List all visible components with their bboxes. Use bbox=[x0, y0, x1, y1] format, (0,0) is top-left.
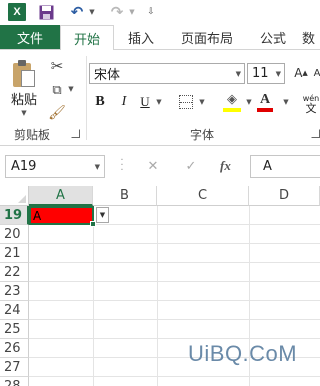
column-header-c[interactable]: C bbox=[157, 186, 249, 206]
excel-icon: X bbox=[8, 3, 26, 21]
formula-bar: A19 ▼ · · · ✕ ✓ fx A bbox=[0, 146, 320, 186]
grid-line bbox=[29, 262, 320, 263]
paste-dropdown-icon[interactable]: ▼ bbox=[21, 109, 26, 117]
column-header-d[interactable]: D bbox=[249, 186, 320, 206]
grid-line bbox=[29, 338, 320, 339]
cancel-icon[interactable]: ✕ bbox=[146, 159, 160, 174]
clipboard-launcher-icon[interactable] bbox=[71, 129, 80, 138]
font-size-select[interactable]: 11 ▼ bbox=[247, 63, 285, 84]
formula-value: A bbox=[263, 159, 272, 174]
font-color-swatch bbox=[257, 107, 273, 112]
redo-icon[interactable]: ↷ bbox=[108, 3, 126, 21]
format-painter-icon[interactable]: 🖌 bbox=[47, 103, 67, 123]
column-header-b[interactable]: B bbox=[93, 186, 157, 206]
row-header-26[interactable]: 26 bbox=[0, 339, 29, 358]
paste-icon bbox=[12, 59, 36, 87]
watermark: UiBQ.CoM bbox=[188, 341, 298, 366]
font-launcher-icon[interactable] bbox=[311, 129, 320, 138]
font-name-select[interactable]: 宋体 ▼ bbox=[89, 63, 245, 84]
row-header-21[interactable]: 21 bbox=[0, 244, 29, 263]
grid-line bbox=[29, 243, 320, 244]
chevron-down-icon: ▼ bbox=[94, 163, 100, 171]
font-group-label: 字体 bbox=[190, 128, 215, 142]
name-box[interactable]: A19 ▼ bbox=[5, 155, 105, 178]
borders-icon[interactable] bbox=[178, 93, 194, 111]
save-icon[interactable] bbox=[38, 3, 54, 21]
formula-input[interactable]: A bbox=[250, 155, 320, 178]
paint-bucket-icon: ◈ bbox=[227, 91, 237, 107]
increase-font-icon[interactable]: A ▲ bbox=[291, 64, 311, 82]
insert-function-icon[interactable]: fx bbox=[220, 158, 238, 174]
row-header-24[interactable]: 24 bbox=[0, 301, 29, 320]
fill-color-button[interactable]: ◈ bbox=[222, 91, 242, 113]
enter-icon[interactable]: ✓ bbox=[184, 159, 198, 174]
copy-icon[interactable]: ⧉ bbox=[47, 80, 67, 100]
font-color-button[interactable]: A bbox=[256, 91, 274, 113]
grid-line bbox=[29, 376, 320, 377]
name-box-value: A19 bbox=[11, 159, 37, 174]
phonetic-guide-button[interactable]: wén 文 bbox=[300, 93, 320, 115]
font-color-letter: A bbox=[259, 91, 271, 107]
copy-dropdown-icon[interactable]: ▼ bbox=[67, 83, 75, 95]
chevron-down-icon: ▼ bbox=[275, 70, 281, 78]
quick-access-toolbar: X ↶ ▼ ↷ ▼ ⇩ bbox=[0, 0, 320, 25]
bold-button[interactable]: B bbox=[92, 93, 108, 111]
tab-data[interactable]: 数 bbox=[302, 25, 320, 49]
grid-line bbox=[93, 206, 94, 386]
font-color-dropdown-icon[interactable]: ▼ bbox=[282, 97, 290, 107]
column-header-a[interactable]: A bbox=[29, 186, 93, 206]
redo-dropdown-icon[interactable]: ▼ bbox=[128, 3, 136, 21]
group-divider bbox=[86, 56, 87, 140]
clipboard-group-label: 剪贴板 bbox=[14, 128, 51, 142]
phonetic-bottom: 文 bbox=[305, 102, 317, 115]
row-header-19[interactable]: 19 bbox=[0, 206, 29, 225]
font-name-value: 宋体 bbox=[94, 68, 121, 83]
fill-color-dropdown-icon[interactable]: ▼ bbox=[245, 97, 253, 107]
cut-icon[interactable]: ✂ bbox=[47, 56, 67, 76]
row-header-22[interactable]: 22 bbox=[0, 263, 29, 282]
font-size-value: 11 bbox=[252, 66, 269, 81]
grid-line bbox=[29, 300, 320, 301]
paste-label: 粘贴 bbox=[10, 93, 37, 108]
chevron-down-icon: ▼ bbox=[235, 70, 241, 78]
italic-button[interactable]: I bbox=[117, 93, 131, 111]
borders-dropdown-icon[interactable]: ▼ bbox=[198, 97, 206, 107]
row-header-27[interactable]: 27 bbox=[0, 358, 29, 377]
grid-line bbox=[157, 206, 158, 386]
resize-handle-icon[interactable]: · · · bbox=[118, 156, 126, 176]
row-header-25[interactable]: 25 bbox=[0, 320, 29, 339]
row-header-28[interactable]: 28 bbox=[0, 377, 29, 386]
grid-line bbox=[29, 319, 320, 320]
paste-button[interactable]: 粘贴 ▼ bbox=[8, 57, 40, 117]
select-all-button[interactable] bbox=[0, 186, 29, 206]
ribbon: 粘贴 ▼ ✂ ⧉ ▼ 🖌 剪贴板 宋体 ▼ 11 ▼ A ▲ A B I U ▼ … bbox=[0, 49, 320, 146]
tab-home[interactable]: 开始 bbox=[60, 25, 114, 50]
tab-insert[interactable]: 插入 bbox=[116, 25, 166, 49]
decrease-font-icon[interactable]: A bbox=[312, 64, 320, 82]
active-cell-value: A bbox=[33, 208, 42, 223]
grid-line bbox=[29, 281, 320, 282]
tab-formulas[interactable]: 公式 bbox=[250, 25, 296, 49]
tab-page-layout[interactable]: 页面布局 bbox=[170, 25, 244, 49]
row-header-23[interactable]: 23 bbox=[0, 282, 29, 301]
undo-dropdown-icon[interactable]: ▼ bbox=[88, 3, 96, 21]
underline-button[interactable]: U bbox=[138, 93, 152, 111]
underline-dropdown-icon[interactable]: ▼ bbox=[155, 97, 163, 107]
row-header-20[interactable]: 20 bbox=[0, 225, 29, 244]
undo-icon[interactable]: ↶ bbox=[68, 3, 86, 21]
fill-color-swatch bbox=[223, 107, 241, 112]
customize-toolbar-icon[interactable]: ⇩ bbox=[146, 3, 156, 21]
tab-file[interactable]: 文件 bbox=[0, 25, 60, 49]
active-cell[interactable]: A bbox=[29, 206, 94, 225]
ribbon-tabs: 文件 开始 插入 页面布局 公式 数 bbox=[0, 25, 320, 50]
data-validation-dropdown-icon[interactable]: ▼ bbox=[96, 207, 109, 223]
